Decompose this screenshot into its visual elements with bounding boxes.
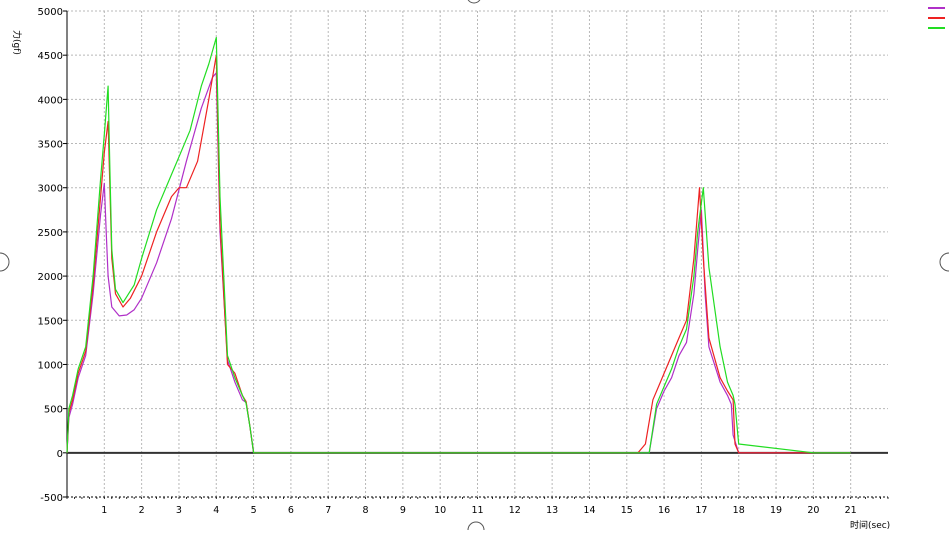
x-tick-label: 12 <box>509 505 521 516</box>
y-tick-label: 3000 <box>38 184 63 195</box>
y-tick-label: 2000 <box>38 272 63 283</box>
y-tick-label: 2500 <box>38 228 63 239</box>
y-tick-label: 1000 <box>38 360 63 371</box>
x-tick-label: 19 <box>770 505 782 516</box>
x-tick-label: 11 <box>471 505 483 516</box>
x-tick-label: 1 <box>101 505 107 516</box>
x-tick-label: 9 <box>400 505 406 516</box>
y-axis-title: 力(gf) <box>11 30 23 55</box>
x-axis-title: 时间(sec) <box>850 519 890 530</box>
y-axis-ticks: 5000450040003500300025002000150010005000… <box>38 7 67 504</box>
y-tick-label: 3500 <box>38 140 63 151</box>
grid-lines <box>66 10 888 498</box>
x-tick-label: 17 <box>695 505 707 516</box>
x-tick-label: 7 <box>325 505 331 516</box>
y-tick-label: 500 <box>44 405 63 416</box>
resize-handle-bottom[interactable] <box>467 521 485 534</box>
x-tick-label: 13 <box>546 505 558 516</box>
y-tick-label: 4500 <box>38 51 63 62</box>
x-tick-label: 16 <box>658 505 670 516</box>
x-tick-label: 14 <box>583 505 595 516</box>
x-tick-label: 3 <box>176 505 182 516</box>
x-tick-label: 18 <box>733 505 745 516</box>
y-tick-label: 0 <box>57 449 63 460</box>
y-tick-label: 5000 <box>38 7 63 18</box>
y-tick-label: -500 <box>40 493 63 504</box>
x-tick-label: 15 <box>621 505 633 516</box>
x-tick-label: 2 <box>139 505 145 516</box>
y-tick-label: 1500 <box>38 316 63 327</box>
x-tick-label: 8 <box>363 505 369 516</box>
x-tick-label: 4 <box>213 505 219 516</box>
line-chart: 5000450040003500300025002000150010005000… <box>0 0 949 534</box>
y-tick-label: 4000 <box>38 95 63 106</box>
x-tick-label: 21 <box>845 505 857 516</box>
x-axis-ticks: 1 2 3 4 5 6 7 8 9 10 11 12 13 14 15 16 17 18 19 20 21 <box>66 497 889 516</box>
x-tick-label: 10 <box>434 505 446 516</box>
x-tick-label: 5 <box>251 505 257 516</box>
resize-handle-right[interactable] <box>939 252 949 272</box>
series-line-2 <box>66 54 851 454</box>
resize-handle-left[interactable] <box>0 252 10 272</box>
chart-area: 5000 4500 4000 3500 3000 2500 2000 1500 1000 500 0… <box>0 0 949 534</box>
x-tick-label: 20 <box>807 505 819 516</box>
x-tick-label: 6 <box>288 505 294 516</box>
resize-handle-top[interactable] <box>467 0 481 4</box>
legend <box>928 7 945 29</box>
